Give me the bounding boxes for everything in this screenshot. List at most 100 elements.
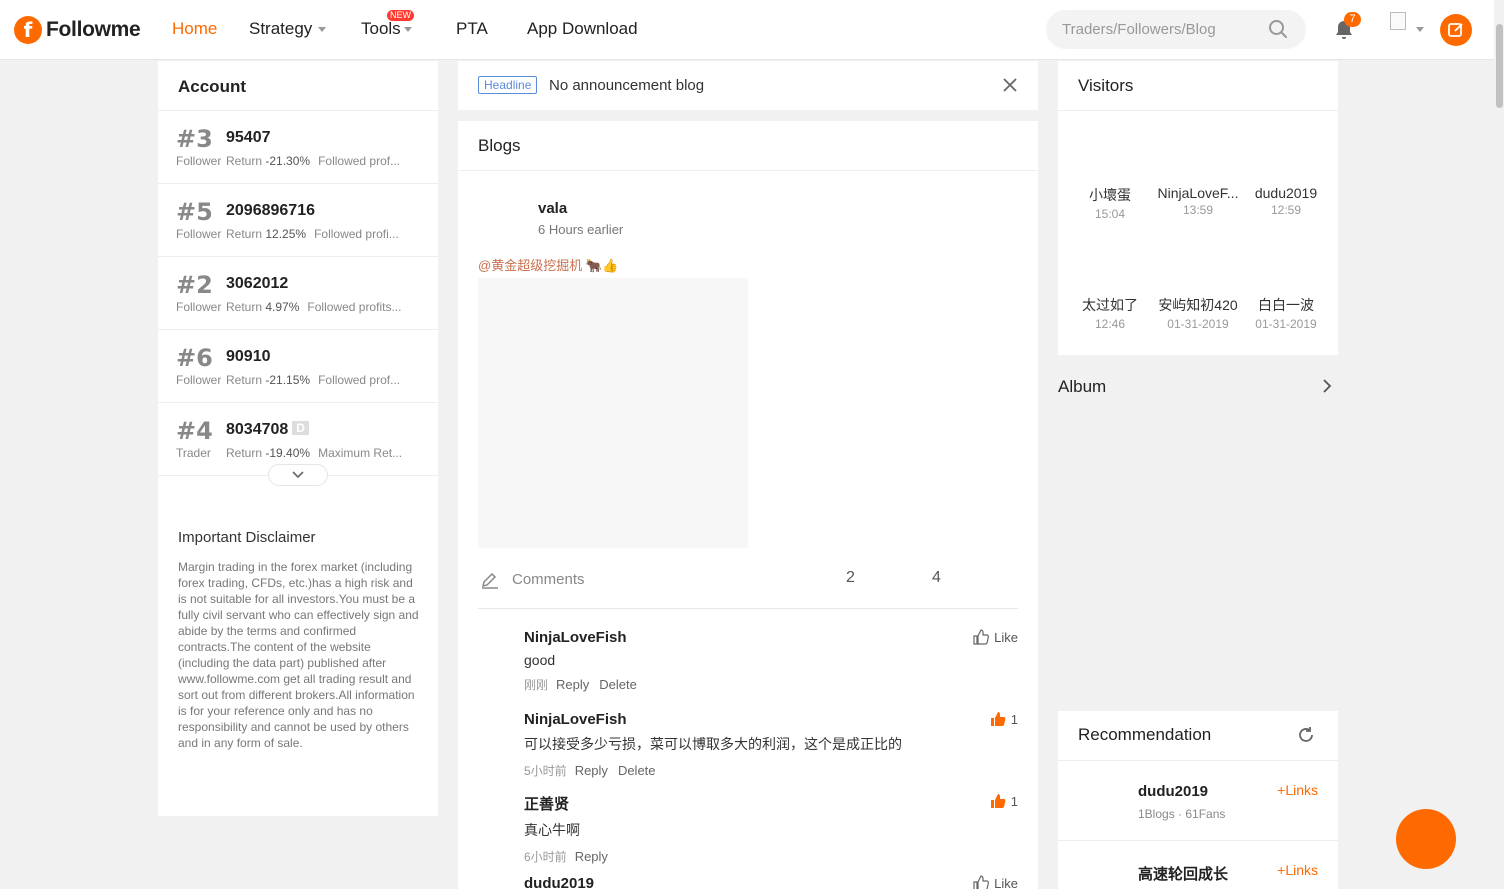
account-id: 2096896716	[226, 202, 315, 219]
followme-logo-icon: f	[14, 16, 42, 44]
visitor-item[interactable]: dudu2019 12:59	[1242, 185, 1330, 217]
visitor-name: NinjaLoveF...	[1157, 185, 1239, 201]
comment-edit-icon[interactable]	[480, 570, 500, 590]
visitors-title: Visitors	[1058, 61, 1338, 111]
chevron-right-icon[interactable]	[1320, 378, 1334, 394]
visitor-time: 12:59	[1270, 203, 1302, 217]
account-extra: Maximum Ret...	[318, 446, 403, 460]
nav-home[interactable]: Home	[172, 19, 217, 39]
return-label: Return	[226, 446, 263, 460]
close-icon[interactable]	[1002, 77, 1018, 93]
search-input[interactable]	[1062, 21, 1262, 38]
like-button[interactable]: 1	[990, 711, 1018, 727]
add-link-button[interactable]: +Links	[1277, 782, 1318, 798]
demo-badge: D	[292, 421, 309, 435]
recommendation-title: Recommendation	[1078, 725, 1212, 744]
like-label: Like	[994, 875, 1018, 889]
nav-strategy[interactable]: Strategy	[249, 19, 327, 39]
account-row[interactable]: #3 95407 Follower Return -21.30% Followed …	[158, 111, 438, 184]
visitor-item[interactable]: 太过如了 12:46	[1066, 295, 1154, 331]
account-row[interactable]: #5 2096896716 Follower Return 12.25% Follo…	[158, 184, 438, 257]
comment-author[interactable]: dudu2019	[524, 875, 1018, 889]
account-role: Follower	[176, 300, 222, 314]
delete-button[interactable]: Delete	[618, 763, 656, 778]
nav-tools[interactable]: Tools NEW	[361, 10, 414, 39]
reply-button[interactable]: Reply	[575, 763, 608, 778]
write-post-button[interactable]	[1440, 14, 1472, 46]
comments-label[interactable]: Comments	[512, 571, 585, 588]
album-title[interactable]: Album	[1058, 377, 1106, 397]
account-row[interactable]: #2 3062012 Follower Return 4.97% Followed …	[158, 257, 438, 330]
account-role: Follower	[176, 227, 222, 241]
like-button[interactable]: Like	[973, 629, 1018, 645]
account-role: Follower	[176, 373, 222, 387]
reply-button[interactable]: Reply	[575, 849, 608, 864]
return-label: Return	[226, 300, 263, 314]
visitor-item[interactable]: 白白一波 01-31-2019	[1242, 295, 1330, 331]
comment-item: 正善贤 真心牛啊 6小时前 Reply 1	[524, 793, 1018, 865]
account-extra: Followed profi...	[314, 227, 399, 241]
account-meta: Follower Return 4.97% Followed profits...	[176, 300, 401, 314]
user-avatar[interactable]	[1390, 12, 1406, 30]
link-label: Links	[1285, 862, 1318, 878]
visitors-panel: Visitors 小壞蛋 15:04 NinjaLoveF... 13:59 dud…	[1058, 61, 1338, 355]
edit-icon	[1448, 23, 1463, 37]
comment-time: 6小时前	[524, 850, 567, 864]
visitor-item[interactable]: 小壞蛋 15:04	[1066, 185, 1154, 221]
page-scrollbar[interactable]	[1494, 0, 1504, 889]
account-meta: Follower Return -21.30% Followed prof...	[176, 154, 400, 168]
like-button[interactable]: 1	[990, 793, 1018, 809]
recommendation-item[interactable]: dudu2019 1Blogs · 61Fans +Links	[1058, 761, 1338, 841]
followme-logo[interactable]: f Followme	[14, 14, 141, 46]
comment-meta: 5小时前 Reply Delete	[524, 762, 1018, 779]
floating-action-button[interactable]	[1396, 809, 1456, 869]
reply-button[interactable]: Reply	[556, 677, 589, 692]
visitor-time: 01-31-2019	[1255, 317, 1317, 331]
account-rank: #6	[176, 344, 213, 372]
headline-bar: Headline No announcement blog	[458, 61, 1038, 110]
recommendation-panel: Recommendation dudu2019 1Blogs · 61Fans …	[1058, 711, 1338, 889]
thumbs-up-filled-icon	[990, 794, 1006, 808]
visitor-name: 安屿知初420	[1158, 297, 1238, 313]
nav-pta[interactable]: PTA	[456, 19, 488, 39]
delete-button[interactable]: Delete	[599, 677, 637, 692]
account-role: Trader	[176, 446, 211, 460]
comment-author[interactable]: NinjaLoveFish	[524, 711, 1018, 728]
visitor-item[interactable]: NinjaLoveF... 13:59	[1154, 185, 1242, 217]
post-author[interactable]: vala	[538, 200, 567, 217]
scrollbar-thumb[interactable]	[1496, 24, 1503, 108]
nav-app-download-label: App Download	[527, 19, 638, 38]
visitor-time: 15:04	[1094, 207, 1126, 221]
comment-author[interactable]: NinjaLoveFish	[524, 629, 1018, 646]
post-count-a[interactable]: 2	[846, 569, 855, 587]
chevron-down-icon	[403, 26, 412, 32]
recommendation-stats: 1Blogs · 61Fans	[1138, 807, 1226, 821]
account-rank: #3	[176, 125, 213, 153]
add-link-button[interactable]: +Links	[1277, 862, 1318, 878]
nav-strategy-label: Strategy	[249, 19, 313, 38]
comment-text: 可以接受多少亏损，菜可以博取多大的利润，这个是成正比的	[524, 736, 902, 752]
account-id: 8034708 D	[226, 421, 309, 439]
account-role: Follower	[176, 154, 222, 168]
headline-tag: Headline	[478, 76, 538, 94]
comment-author[interactable]: 正善贤	[524, 793, 1018, 814]
post-image[interactable]	[478, 278, 748, 548]
thumbs-up-filled-icon	[990, 712, 1006, 726]
nav-app-download[interactable]: App Download	[527, 19, 638, 39]
recommendation-item[interactable]: 高速轮回成长 +Links	[1058, 841, 1338, 889]
post-count-b[interactable]: 4	[932, 569, 941, 587]
recommendation-name: dudu2019	[1138, 783, 1209, 800]
post-mention[interactable]: @黄金超级挖掘机 🐂👍	[478, 255, 618, 274]
return-label: Return	[226, 154, 263, 168]
notification-count-badge: 7	[1344, 12, 1361, 27]
return-value: -21.15%	[265, 373, 311, 387]
account-row[interactable]: #6 90910 Follower Return -21.15% Followed …	[158, 330, 438, 403]
visitor-item[interactable]: 安屿知初420 01-31-2019	[1154, 295, 1242, 331]
like-button[interactable]: Like	[973, 875, 1018, 889]
refresh-icon[interactable]	[1296, 725, 1316, 745]
expand-accounts-button[interactable]	[268, 464, 328, 486]
account-id-text: 8034708	[226, 421, 289, 438]
chevron-down-icon[interactable]	[1416, 27, 1424, 32]
search-icon[interactable]	[1268, 19, 1288, 39]
visitor-time: 13:59	[1182, 203, 1214, 217]
